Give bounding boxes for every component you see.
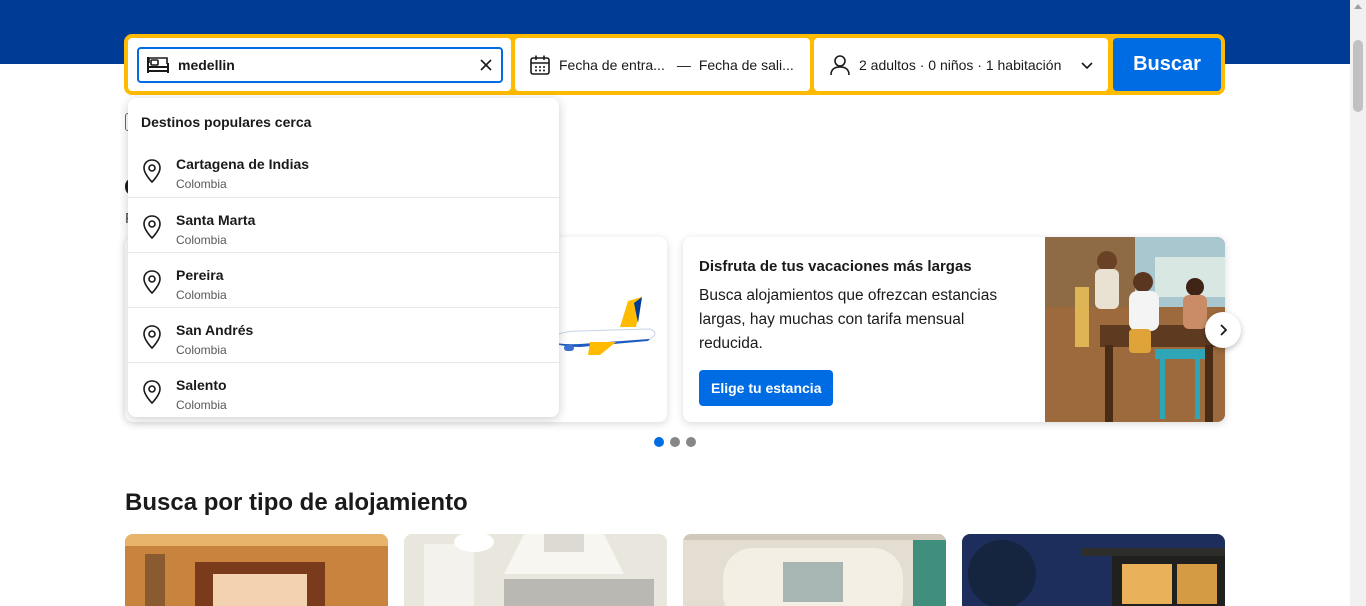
suggestion-item[interactable]: Cartagena de Indias Colombia [128, 142, 559, 197]
date-separator: — [676, 56, 691, 73]
promo-body: Busca alojamientos que ofrezcan estancia… [699, 287, 998, 352]
family-photo [1045, 237, 1225, 422]
search-bar: Fecha de entra... — Fecha de sali... 2 a… [124, 34, 1225, 95]
map-pin-icon [143, 380, 161, 404]
suggestion-country: Colombia [176, 233, 227, 247]
suggestion-country: Colombia [176, 398, 227, 412]
suggestion-item[interactable]: Santa Marta Colombia [128, 197, 559, 252]
carousel-dot-2[interactable] [670, 437, 680, 447]
destination-segment[interactable] [128, 38, 511, 91]
page-scrollbar[interactable] [1350, 0, 1366, 606]
search-button[interactable]: Buscar [1113, 38, 1221, 91]
property-type-card-2[interactable] [404, 534, 667, 606]
suggestion-name: San Andrés [176, 322, 254, 338]
bed-icon [146, 53, 170, 77]
promo-card-long-stays: Disfruta de tus vacaciones más largas Bu… [683, 237, 1225, 422]
dates-segment[interactable]: Fecha de entra... — Fecha de sali... [515, 38, 810, 91]
property-type-card-4[interactable] [962, 534, 1225, 606]
suggestion-name: Santa Marta [176, 212, 256, 228]
suggestion-name: Cartagena de Indias [176, 156, 310, 172]
guests-segment[interactable]: 2 adultos · 0 niños · 1 habitación [814, 38, 1108, 91]
suggestion-item[interactable]: Salento Colombia [128, 362, 559, 417]
carousel-dot-1[interactable] [654, 437, 664, 447]
checkout-date[interactable]: Fecha de sali... [699, 57, 794, 73]
map-pin-icon [143, 325, 161, 349]
property-photo-1 [125, 534, 388, 606]
guests-summary[interactable]: 2 adultos · 0 niños · 1 habitación [859, 57, 1061, 73]
map-pin-icon [143, 270, 161, 294]
carousel-next-button[interactable] [1205, 312, 1241, 348]
carousel-pagination [654, 437, 696, 447]
chevron-right-icon [1220, 324, 1228, 336]
close-icon[interactable] [478, 57, 494, 73]
person-icon [830, 54, 850, 75]
checkin-date[interactable]: Fecha de entra... [559, 57, 665, 73]
suggestion-country: Colombia [176, 177, 227, 191]
property-photo-2 [404, 534, 667, 606]
property-photo-3 [683, 534, 946, 606]
section-title: Busca por tipo de alojamiento [125, 489, 468, 516]
suggestion-name: Pereira [176, 267, 224, 283]
calendar-icon [530, 55, 550, 75]
map-pin-icon [143, 159, 161, 183]
map-pin-icon [143, 215, 161, 239]
suggestion-name: Salento [176, 377, 227, 393]
scroll-up-arrow[interactable] [1354, 4, 1362, 9]
property-type-card-1[interactable] [125, 534, 388, 606]
suggestion-country: Colombia [176, 343, 227, 357]
destination-input[interactable] [178, 57, 468, 73]
destination-field[interactable] [137, 47, 503, 83]
destination-suggestions: Destinos populares cerca Cartagena de In… [128, 98, 559, 417]
suggestion-item[interactable]: Pereira Colombia [128, 252, 559, 307]
chevron-down-icon[interactable] [1080, 58, 1094, 72]
suggestion-item[interactable]: San Andrés Colombia [128, 307, 559, 362]
property-photo-4 [962, 534, 1225, 606]
airplane-illustration [550, 297, 656, 355]
suggestion-country: Colombia [176, 288, 227, 302]
carousel-dot-3[interactable] [686, 437, 696, 447]
choose-stay-button[interactable]: Elige tu estancia [699, 370, 834, 406]
scrollbar-thumb[interactable] [1353, 40, 1363, 112]
property-type-card-3[interactable] [683, 534, 946, 606]
suggestions-title: Destinos populares cerca [141, 114, 312, 130]
promo-title: Disfruta de tus vacaciones más largas [699, 258, 972, 275]
